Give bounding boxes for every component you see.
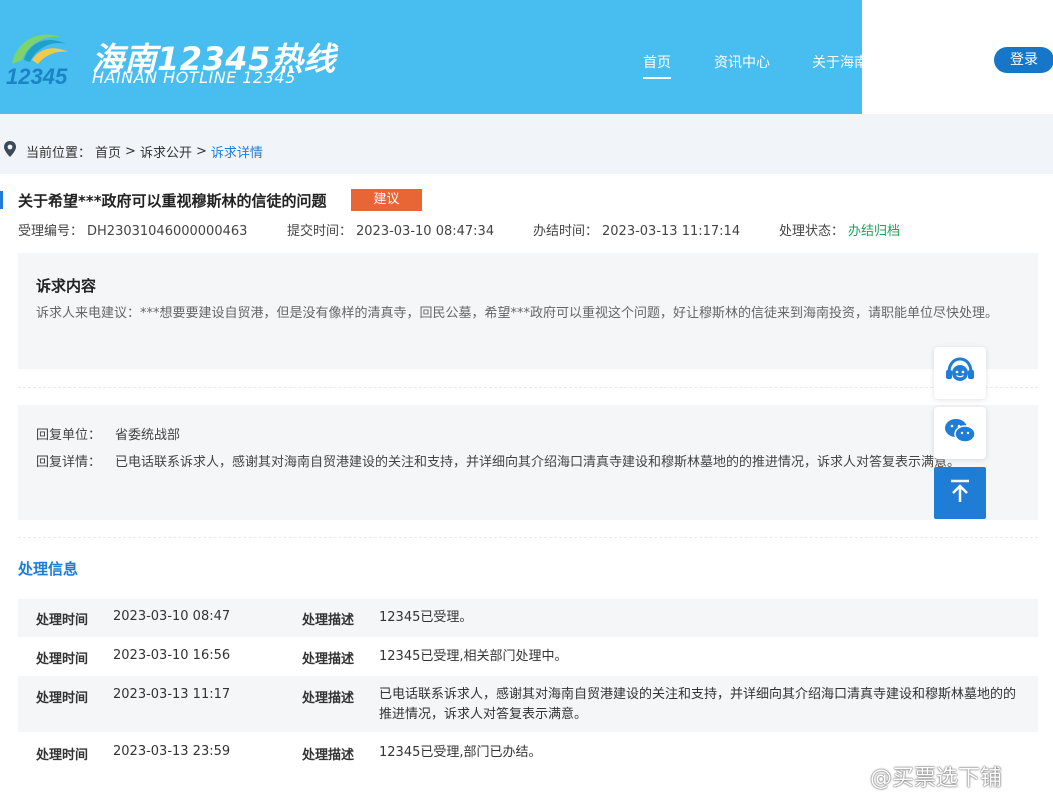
breadcrumb-sep: > [125,143,136,159]
weibo-icon [836,761,866,791]
reply-unit-value: 省委统战部 [115,428,181,443]
desc-value: 12345已受理。 [379,610,473,625]
table-row: 处理时间 2023-03-13 11:17 处理描述 已电话联系诉求人，感谢其对… [18,676,1038,732]
logo-subtitle: HAINAN HOTLINE 12345 [92,68,296,87]
divider [18,387,1038,388]
desc-label: 处理描述 [302,691,355,706]
meta-id: 受理编号： DH23031046000000463 [18,224,248,239]
logo-icon[interactable]: 12345 [2,20,78,96]
time-label: 处理时间 [36,613,89,628]
nav-home[interactable]: 首页 [643,52,671,79]
nav-news[interactable]: 资讯中心 [714,52,770,72]
reply-detail-label: 回复详情： [36,455,102,470]
table-row: 处理时间 2023-03-10 16:56 处理描述 12345已受理,相关部门… [18,637,1038,675]
content-text: 诉求人来电建议：***想要要建设自贸港，但是没有像样的清真寺，回民公墓，希望**… [36,306,999,321]
process-heading: 处理信息 [18,560,79,578]
time-label: 处理时间 [36,748,89,763]
reply-unit-label: 回复单位： [36,428,102,443]
breadcrumb-section[interactable]: 诉求公开 [140,142,192,161]
wechat-icon [943,416,977,450]
time-value: 2023-03-13 23:59 [113,744,231,759]
reply-detail-value: 已电话联系诉求人，感谢其对海南自贸港建设的关注和支持，并详细向其介绍海口清真寺建… [115,455,961,470]
back-to-top-button[interactable] [934,467,986,519]
arrow-up-icon [947,478,973,508]
watermark: @买票选下铺 [836,760,1002,792]
desc-value: 已电话联系诉求人，感谢其对海南自贸港建设的关注和支持，并详细向其介绍海口清真寺建… [379,687,1017,722]
content-heading: 诉求内容 [36,277,97,295]
done-time-value: 2023-03-13 11:17:14 [602,224,741,239]
time-value: 2023-03-13 11:17 [113,687,231,702]
site-header: 12345 海南12345热线 HAINAN HOTLINE 12345 首页 … [0,0,913,114]
breadcrumb-sep: > [195,143,207,159]
breadcrumb: 当前位置： 首页 > 诉求公开 > 诉求详情 [2,140,263,162]
desc-value: 12345已受理,相关部门处理中。 [379,649,568,664]
reply-detail-row: 回复详情： 已电话联系诉求人，感谢其对海南自贸港建设的关注和支持，并详细向其介绍… [36,450,1026,510]
category-badge: 建议 [351,189,422,211]
breadcrumb-current: 诉求详情 [210,145,263,161]
desc-label: 处理描述 [302,748,355,763]
breadcrumb-home[interactable]: 首页 [95,142,121,161]
table-row: 处理时间 2023-03-10 08:47 处理描述 12345已受理。 [18,599,1038,637]
time-label: 处理时间 [36,691,89,706]
desc-label: 处理描述 [302,613,355,628]
customer-service-button[interactable] [934,347,986,399]
logo-number: 12345 [6,64,68,89]
page-title: 关于希望***政府可以重视穆斯林的信徒的问题 [18,192,327,210]
submit-time-value: 2023-03-10 08:47:34 [356,224,495,239]
meta-done-time: 办结时间： 2023-03-13 11:17:14 [533,224,741,239]
status-badge: 办结归档 [848,224,901,239]
time-label: 处理时间 [36,652,89,667]
meta-submit-time: 提交时间： 2023-03-10 08:47:34 [287,224,495,239]
customer-service-icon [943,354,977,392]
breadcrumb-prefix: 当前位置： [26,145,92,161]
desc-label: 处理描述 [302,652,355,667]
time-value: 2023-03-10 08:47 [113,609,231,624]
id-value: DH23031046000000463 [87,224,248,239]
meta-status: 处理状态： 办结归档 [779,224,901,239]
title-accent-bar [0,191,3,209]
reply-box: 回复单位： 省委统战部 回复详情： 已电话联系诉求人，感谢其对海南自贸港建设的关… [18,405,1038,520]
reply-unit-row: 回复单位： 省委统战部 [36,423,1026,449]
divider [18,537,1038,538]
login-button[interactable]: 登录 [994,47,1053,73]
time-value: 2023-03-10 16:56 [113,648,231,663]
appeal-content-box: 诉求内容 诉求人来电建议：***想要要建设自贸港，但是没有像样的清真寺，回民公墓… [18,253,1038,369]
location-pin-icon [2,140,18,162]
wechat-button[interactable] [934,407,986,459]
